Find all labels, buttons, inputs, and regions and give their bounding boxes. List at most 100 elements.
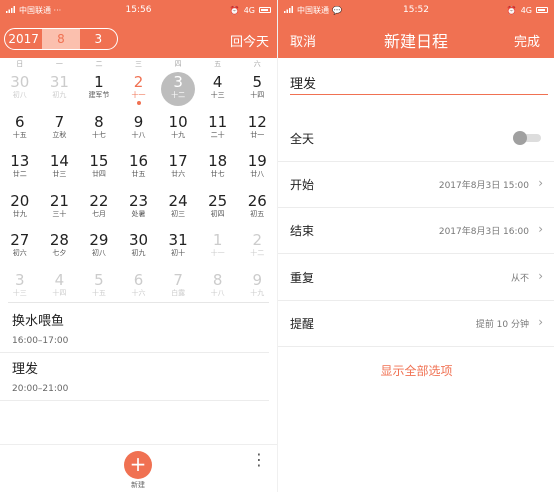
day-number: 5 [252, 73, 263, 91]
chevron-right-icon: › [538, 269, 543, 283]
day-cell[interactable]: 2 十二 [237, 232, 277, 272]
repeat-label: 重复 [290, 271, 315, 285]
day-cell[interactable]: 31 初十 [158, 232, 198, 272]
event-item[interactable]: 理发 20:00–21:00 [0, 353, 269, 401]
day-number: 3 [173, 73, 183, 91]
event-time: 20:00–21:00 [12, 384, 69, 394]
day-cell[interactable]: 27 初六 [0, 232, 40, 272]
repeat-row[interactable]: 重复 从不 › [278, 255, 554, 301]
grid-divider [8, 302, 269, 303]
event-title-input[interactable] [290, 70, 548, 95]
lunar-date: 初九 [52, 91, 67, 99]
day-cell[interactable]: 20 廿九 [0, 192, 40, 233]
day-cell[interactable]: 12 廿一 [237, 113, 277, 154]
day-number: 30 [128, 231, 149, 249]
day-cell[interactable]: 25 初四 [198, 191, 238, 233]
day-number: 2 [252, 231, 263, 249]
week-row: 27 初六 28 七夕 29 初八 30 初九 31 初十 1 十一 2 十二 [0, 232, 277, 272]
day-cell[interactable]: 30 初八 [0, 74, 40, 114]
day-number: 18 [208, 152, 228, 170]
month-segment[interactable]: 8 [42, 29, 80, 49]
lunar-date: 初四 [210, 209, 225, 218]
day-segment[interactable]: 3 [80, 29, 117, 49]
day-number: 21 [49, 191, 69, 210]
lunar-date: 十六 [131, 288, 146, 297]
day-cell[interactable]: 8 十七 [79, 113, 119, 154]
day-number: 11 [208, 112, 228, 131]
lunar-date: 初八 [91, 249, 106, 257]
day-cell[interactable]: 19 廿八 [237, 153, 277, 193]
date-segment-control: 2017 8 3 [4, 28, 118, 50]
weekday-label: 四 [174, 60, 182, 68]
reminder-value: 提前 10 分钟 [475, 320, 529, 330]
day-cell[interactable]: 28 七夕 [40, 232, 80, 272]
day-cell[interactable]: 14 廿三 [40, 153, 80, 193]
event-item[interactable]: 换水喂鱼 16:00–17:00 [0, 305, 269, 353]
day-cell[interactable]: 22 七月 [79, 192, 119, 233]
done-button[interactable]: 完成 [514, 31, 540, 50]
day-cell[interactable]: 13 廿二 [0, 153, 40, 193]
more-options-icon[interactable]: ⋮ [251, 452, 267, 468]
all-day-toggle[interactable] [513, 131, 541, 145]
day-cell[interactable]: 31 初九 [40, 74, 80, 114]
day-cell[interactable]: 10 十九 [158, 113, 198, 154]
lunar-date: 十一 [210, 249, 225, 257]
selected-day-cell[interactable]: 3 十二 [158, 72, 198, 114]
day-cell[interactable]: 23 处暑 [119, 192, 159, 233]
day-cell[interactable]: 18 廿七 [198, 153, 238, 193]
lunar-date: 七夕 [52, 249, 67, 257]
day-number: 31 [168, 231, 188, 249]
event-dot-indicator [136, 101, 141, 105]
all-day-row[interactable]: 全天 [278, 116, 554, 162]
start-time-row[interactable]: 开始 2017年8月3日 15:00 › [278, 162, 554, 208]
lunar-date: 初三 [171, 209, 186, 218]
carrier-name: 中国联通 ··· [19, 5, 62, 15]
lunar-date: 十三 [210, 91, 225, 99]
alarm-icon: ⏰ [506, 5, 517, 15]
all-day-label: 全天 [290, 132, 315, 146]
day-cell[interactable]: 6 十五 [0, 113, 40, 154]
day-cell[interactable]: 15 廿四 [79, 153, 119, 193]
alarm-icon: ⏰ [229, 5, 240, 15]
end-time-row[interactable]: 结束 2017年8月3日 16:00 › [278, 208, 554, 254]
day-number: 16 [128, 152, 149, 170]
weekday-label: 三 [135, 60, 143, 68]
show-all-options-link[interactable]: 显示全部选项 [278, 362, 554, 379]
status-bar: 中国联通 ··· 15:56 ⏰ 4G [0, 0, 277, 20]
day-number: 4 [212, 73, 223, 91]
lunar-date: 三十 [52, 209, 67, 218]
day-cell[interactable]: 11 二十 [198, 112, 238, 154]
weekday-header: 日一二三四五六 [0, 58, 277, 70]
day-cell[interactable]: 1 十一 [198, 232, 238, 272]
day-cell[interactable]: 24 初三 [158, 192, 198, 233]
back-to-today-button[interactable]: 回今天 [230, 31, 269, 50]
day-cell[interactable]: 17 廿六 [158, 153, 198, 193]
day-cell[interactable]: 30 初九 [119, 232, 159, 272]
week-row: 6 十五 7 立秋 8 十七 9 十八 10 十九 11 二十 12 廿一 [0, 112, 277, 154]
day-number: 25 [208, 191, 228, 210]
day-cell[interactable]: 16 廿五 [119, 153, 159, 193]
day-cell[interactable]: 21 三十 [40, 191, 80, 233]
page-title: 新建日程 [383, 32, 448, 51]
chevron-right-icon: › [538, 176, 543, 190]
day-cell[interactable]: 26 初五 [237, 192, 277, 233]
add-event-button[interactable]: + [124, 451, 152, 479]
event-title: 换水喂鱼 [12, 314, 65, 329]
lunar-date: 二十 [210, 130, 225, 139]
day-cell[interactable]: 1 建军节 [79, 74, 119, 114]
day-number: 27 [10, 231, 30, 249]
day-cell[interactable]: 9 十八 [119, 113, 159, 154]
lunar-date: 初八 [12, 91, 27, 99]
day-cell[interactable]: 29 初八 [79, 232, 119, 272]
lunar-date: 十四 [250, 91, 265, 99]
day-number: 8 [212, 270, 223, 289]
year-segment[interactable]: 2017 [5, 29, 42, 49]
bottom-bar: + 新建 ⋮ [0, 444, 277, 492]
status-bar: 中国联通 💬 15:52 ⏰ 4G [278, 0, 554, 20]
reminder-row[interactable]: 提醒 提前 10 分钟 › [278, 301, 554, 347]
day-number: 1 [212, 231, 223, 249]
day-cell[interactable]: 7 立秋 [40, 113, 80, 154]
today-cell[interactable]: 2 十一 [119, 74, 159, 114]
day-cell[interactable]: 5 十四 [237, 74, 277, 114]
day-cell[interactable]: 4 十三 [198, 74, 238, 114]
